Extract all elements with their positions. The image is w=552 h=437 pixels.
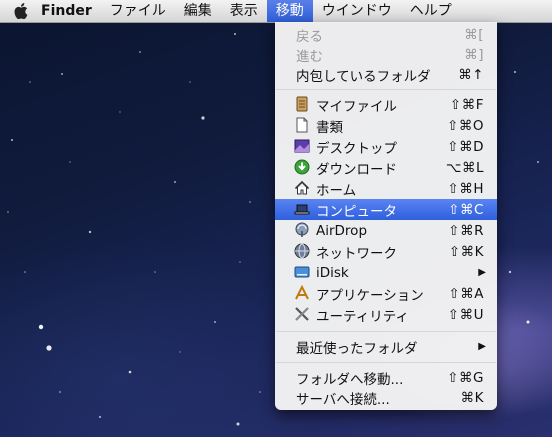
applications-icon — [295, 285, 309, 300]
menu-item-shortcut: ⇧⌘O — [447, 117, 484, 134]
menu-view[interactable]: 表示 — [221, 0, 267, 22]
airdrop-icon — [295, 222, 309, 237]
menu-file[interactable]: ファイル — [101, 0, 175, 22]
menu-item-shortcut: ⇧⌘F — [449, 96, 484, 113]
menu-item-label: 書類 — [316, 119, 343, 136]
menu-item-go-to-folder[interactable]: フォルダへ移動... ⇧⌘G — [275, 367, 497, 388]
menu-item-forward[interactable]: 進む ⌘] — [275, 44, 497, 65]
menu-item-documents[interactable]: 書類 ⇧⌘O — [275, 115, 497, 136]
menu-separator — [276, 89, 496, 90]
menu-item-network[interactable]: ネットワーク ⇧⌘K — [275, 241, 497, 262]
menu-bar: Finder ファイル 編集 表示 移動 ウインドウ ヘルプ — [0, 0, 552, 23]
menu-item-label: サーバへ接続... — [296, 391, 390, 408]
menu-item-shortcut: ⇧⌘G — [447, 369, 484, 386]
menu-window[interactable]: ウインドウ — [313, 0, 401, 22]
menu-item-label: iDisk — [316, 264, 349, 281]
menu-item-label: フォルダへ移動... — [296, 371, 404, 388]
menu-item-shortcut: ⇧⌘D — [447, 138, 484, 155]
menu-item-downloads[interactable]: ダウンロード ⌥⌘L — [275, 157, 497, 178]
menu-item-shortcut: ⇧⌘K — [448, 243, 484, 260]
menu-item-label: ネットワーク — [316, 245, 397, 262]
menu-item-shortcut: ⇧⌘A — [448, 285, 484, 302]
go-menu-dropdown: 戻る ⌘[ 進む ⌘] 内包しているフォルダ ⌘↑ マイファイル ⇧⌘F 書類 … — [275, 22, 497, 410]
menu-item-shortcut: ⌥⌘L — [445, 159, 484, 176]
menu-item-shortcut: ⌘] — [464, 46, 484, 63]
laptop-icon — [294, 204, 310, 215]
menu-item-utilities[interactable]: ユーティリティ ⇧⌘U — [275, 304, 497, 325]
menu-item-desktop[interactable]: デスクトップ ⇧⌘D — [275, 136, 497, 157]
menu-item-label: マイファイル — [316, 98, 397, 115]
menu-item-back[interactable]: 戻る ⌘[ — [275, 24, 497, 45]
menu-item-label: ホーム — [316, 182, 357, 199]
submenu-arrow-icon: ▶ — [478, 267, 486, 278]
globe-icon — [294, 243, 310, 259]
all-my-files-icon — [296, 96, 308, 112]
idisk-icon — [294, 266, 310, 278]
menu-item-enclosing-folder[interactable]: 内包しているフォルダ ⌘↑ — [275, 64, 497, 85]
menu-item-label: アプリケーション — [316, 287, 424, 304]
menu-item-label: 進む — [296, 48, 323, 65]
menu-item-label: ダウンロード — [316, 161, 397, 178]
menu-item-label: 最近使ったフォルダ — [296, 340, 418, 357]
menu-item-all-my-files[interactable]: マイファイル ⇧⌘F — [275, 94, 497, 115]
menu-item-shortcut: ⇧⌘U — [447, 306, 484, 323]
utilities-icon — [295, 307, 309, 321]
menu-item-shortcut: ⌘↑ — [458, 66, 484, 83]
menu-item-idisk[interactable]: iDisk ▶ — [275, 262, 497, 283]
document-icon — [296, 117, 308, 133]
menu-item-label: 内包しているフォルダ — [296, 68, 431, 85]
menu-item-shortcut: ⌘[ — [464, 26, 484, 43]
menu-edit[interactable]: 編集 — [175, 0, 221, 22]
menu-item-shortcut: ⇧⌘H — [447, 180, 484, 197]
menu-item-computer[interactable]: コンピュータ ⇧⌘C — [275, 199, 497, 220]
menu-item-label: デスクトップ — [316, 140, 397, 157]
desktop-icon — [294, 139, 310, 153]
menu-item-airdrop[interactable]: AirDrop ⇧⌘R — [275, 220, 497, 241]
menu-item-label: コンピュータ — [316, 203, 397, 220]
submenu-arrow-icon: ▶ — [478, 341, 486, 352]
menu-item-applications[interactable]: アプリケーション ⇧⌘A — [275, 283, 497, 304]
menu-finder[interactable]: Finder — [32, 0, 101, 22]
menu-item-connect-to-server[interactable]: サーバへ接続... ⌘K — [275, 387, 497, 408]
apple-logo-icon[interactable] — [10, 3, 32, 19]
menu-item-home[interactable]: ホーム ⇧⌘H — [275, 178, 497, 199]
menu-go[interactable]: 移動 — [266, 0, 313, 22]
menu-item-recent-folders[interactable]: 最近使ったフォルダ ▶ — [275, 336, 497, 357]
menu-item-label: AirDrop — [316, 222, 368, 239]
menu-help[interactable]: ヘルプ — [401, 0, 461, 22]
menu-item-label: ユーティリティ — [316, 308, 409, 325]
download-icon — [294, 159, 310, 175]
menu-separator — [276, 331, 496, 332]
menu-item-shortcut: ⇧⌘C — [448, 201, 484, 218]
home-icon — [294, 180, 310, 195]
menu-item-label: 戻る — [296, 28, 323, 45]
menu-item-shortcut: ⇧⌘R — [448, 222, 484, 239]
menu-item-shortcut: ⌘K — [460, 389, 484, 406]
menu-separator — [276, 362, 496, 363]
